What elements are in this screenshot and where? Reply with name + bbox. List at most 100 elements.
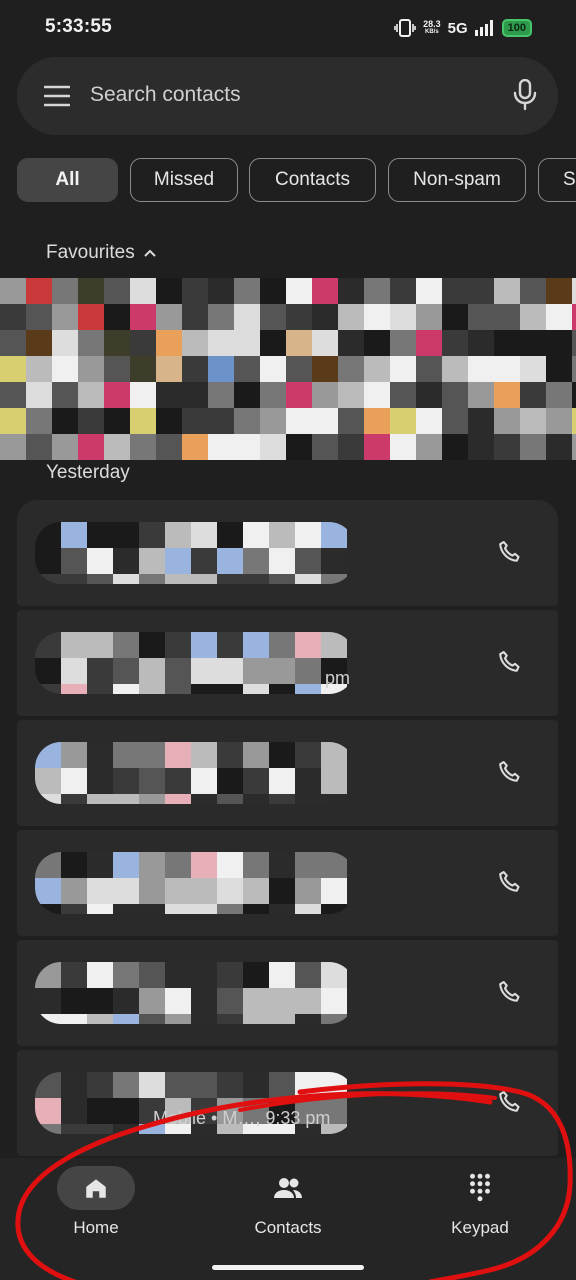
mosaic-cell	[26, 330, 52, 356]
mosaic-cell	[87, 548, 113, 574]
mosaic-cell	[0, 304, 26, 330]
nav-home[interactable]: Home	[16, 1166, 176, 1256]
phone-icon[interactable]	[496, 648, 524, 676]
microphone-icon[interactable]	[512, 79, 538, 111]
mosaic-cell	[442, 278, 468, 304]
mosaic-cell	[165, 1014, 191, 1024]
mosaic-cell	[321, 878, 347, 904]
mosaic-cell	[61, 632, 87, 658]
search-input[interactable]: Search contacts	[90, 83, 241, 107]
mosaic-cell	[61, 768, 87, 794]
mosaic-cell	[494, 434, 520, 460]
mosaic-cell	[191, 878, 217, 904]
mosaic-cell	[234, 356, 260, 382]
phone-icon[interactable]	[496, 1088, 524, 1116]
phone-icon[interactable]	[496, 978, 524, 1006]
chip-contacts[interactable]: Contacts	[249, 158, 376, 202]
mosaic-cell	[61, 878, 87, 904]
chip-all[interactable]: All	[17, 158, 118, 202]
mosaic-cell	[390, 434, 416, 460]
mosaic-cell	[468, 330, 494, 356]
call-log-item[interactable]: pm	[17, 610, 558, 716]
mosaic-cell	[35, 1014, 61, 1024]
mosaic-cell	[390, 408, 416, 434]
mosaic-cell	[338, 330, 364, 356]
mosaic-cell	[156, 382, 182, 408]
mosaic-cell	[165, 522, 191, 548]
filter-chips: All Missed Contacts Non-spam Sp	[17, 158, 576, 202]
mosaic-cell	[139, 658, 165, 684]
status-time: 5:33:55	[45, 16, 112, 37]
call-log-item[interactable]	[17, 720, 558, 826]
mosaic-cell	[35, 878, 61, 904]
call-log-item[interactable]	[17, 940, 558, 1046]
mosaic-cell	[269, 904, 295, 914]
favourites-header[interactable]: Favourites	[46, 242, 157, 264]
mosaic-cell	[269, 1014, 295, 1024]
chip-non-spam[interactable]: Non-spam	[388, 158, 526, 202]
mosaic-cell	[52, 304, 78, 330]
mosaic-cell	[139, 904, 165, 914]
mosaic-cell	[156, 304, 182, 330]
mosaic-cell	[130, 382, 156, 408]
nav-keypad[interactable]: Keypad	[400, 1166, 560, 1256]
phone-icon[interactable]	[496, 538, 524, 566]
mosaic-cell	[113, 742, 139, 768]
mosaic-cell	[0, 356, 26, 382]
mosaic-cell	[321, 852, 347, 878]
nav-contacts-pill[interactable]	[249, 1166, 327, 1210]
mosaic-cell	[113, 904, 139, 914]
mosaic-cell	[139, 988, 165, 1014]
mosaic-cell	[390, 330, 416, 356]
chip-missed[interactable]: Missed	[130, 158, 238, 202]
call-subtitle: Mobile • M…, 9:33 pm	[153, 1108, 331, 1128]
mosaic-cell	[78, 278, 104, 304]
mosaic-cell	[234, 434, 260, 460]
mosaic-cell	[139, 794, 165, 804]
mosaic-cell	[87, 658, 113, 684]
mosaic-cell	[165, 574, 191, 584]
bottom-navigation: Home Contacts Keypad	[0, 1158, 576, 1280]
call-log-item[interactable]: Mobile • M…, 9:33 pm	[17, 1050, 558, 1156]
nav-keypad-pill[interactable]	[441, 1166, 519, 1210]
nav-home-label: Home	[73, 1218, 119, 1237]
mosaic-cell	[191, 574, 217, 584]
mosaic-cell	[191, 962, 217, 988]
chip-spam[interactable]: Sp	[538, 158, 576, 202]
mosaic-cell	[113, 794, 139, 804]
mosaic-cell	[494, 278, 520, 304]
mosaic-cell	[260, 330, 286, 356]
mosaic-cell	[87, 988, 113, 1014]
call-log-item[interactable]	[17, 500, 558, 606]
search-bar[interactable]: Search contacts	[17, 57, 558, 135]
mosaic-cell	[61, 742, 87, 768]
mosaic-cell	[61, 962, 87, 988]
mosaic-cell	[546, 330, 572, 356]
mosaic-cell	[139, 548, 165, 574]
mosaic-cell	[295, 548, 321, 574]
mosaic-cell	[269, 684, 295, 694]
mosaic-cell	[208, 356, 234, 382]
redaction-mosaic	[0, 278, 576, 460]
phone-icon[interactable]	[496, 758, 524, 786]
mosaic-cell	[243, 962, 269, 988]
mosaic-cell	[295, 742, 321, 768]
mosaic-cell	[269, 632, 295, 658]
mosaic-cell	[208, 278, 234, 304]
gesture-home-indicator[interactable]	[212, 1265, 364, 1270]
mosaic-cell	[260, 382, 286, 408]
mosaic-cell	[364, 330, 390, 356]
mosaic-cell	[243, 988, 269, 1014]
menu-icon[interactable]	[44, 83, 70, 109]
mosaic-cell	[35, 1124, 61, 1134]
nav-home-pill[interactable]	[57, 1166, 135, 1210]
call-log-item[interactable]	[17, 830, 558, 936]
mosaic-cell	[26, 278, 52, 304]
chevron-up-icon[interactable]	[143, 248, 157, 258]
mosaic-cell	[217, 904, 243, 914]
mosaic-cell	[35, 548, 61, 574]
nav-contacts[interactable]: Contacts	[208, 1166, 368, 1256]
mosaic-cell	[269, 878, 295, 904]
redacted-caller	[35, 852, 355, 914]
phone-icon[interactable]	[496, 868, 524, 896]
